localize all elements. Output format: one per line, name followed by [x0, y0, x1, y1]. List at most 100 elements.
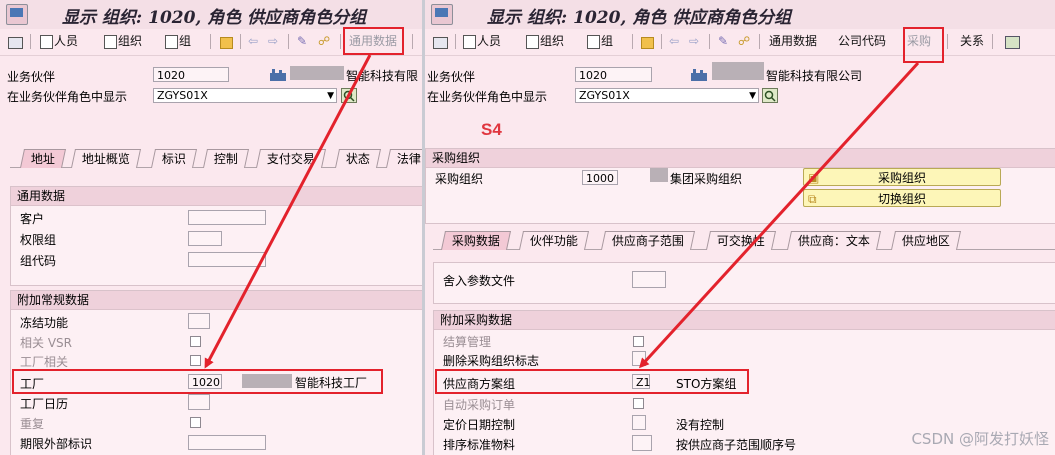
- plant-calendar-label: 工厂日历: [20, 397, 69, 411]
- highlight-purchasing: [903, 27, 944, 63]
- tab-vendor-text[interactable]: 供应商：文本: [786, 231, 882, 250]
- sap-window-icon: [431, 4, 453, 25]
- bp-name: 智能科技有限: [346, 69, 419, 83]
- bp-label: 业务伙伴: [427, 70, 476, 84]
- toolbar-separator: [30, 34, 31, 49]
- purch-org-name: 集团采购组织: [670, 172, 743, 186]
- bp-input[interactable]: 1020: [153, 67, 229, 82]
- sort-material-label: 排序标准物料: [443, 438, 516, 452]
- bp-input[interactable]: 1020: [575, 67, 652, 82]
- role-select[interactable]: ZGYS01X ▼: [153, 88, 337, 103]
- pricing-date-input[interactable]: [632, 415, 646, 430]
- toolbar-person-button[interactable]: 人员: [477, 32, 501, 51]
- toolbar-organization-button[interactable]: 组织: [540, 32, 564, 51]
- settlement-checkbox[interactable]: [633, 336, 644, 347]
- arrow-right-icon[interactable]: ⇨: [689, 32, 699, 51]
- open-folder-icon[interactable]: [641, 37, 654, 49]
- purch-org-label: 采购组织: [435, 172, 484, 186]
- switch-icon: ⧉: [808, 192, 817, 206]
- arrow-left-icon[interactable]: ⇦: [248, 32, 258, 51]
- application-toolbar: 人员 组织 组 ⇦ ⇨ ✎ ☍ 通用数据 公司代码 采购 关系: [425, 29, 1055, 56]
- settlement-label: 结算管理: [443, 335, 492, 349]
- rounding-label: 舍入参数文件: [443, 274, 516, 288]
- tab-supply-region[interactable]: 供应地区: [890, 231, 962, 250]
- toolbar-general-data-button[interactable]: 通用数据: [769, 32, 817, 51]
- organization-icon: [691, 69, 707, 81]
- pricing-date-label: 定价日期控制: [443, 418, 516, 432]
- toolbar-separator: [455, 34, 456, 49]
- arrow-right-icon[interactable]: ⇨: [268, 32, 278, 51]
- block-function-input[interactable]: [188, 313, 210, 329]
- search-icon[interactable]: [341, 88, 357, 103]
- monitor-icon[interactable]: [1005, 36, 1020, 49]
- tab-address-overview[interactable]: 地址概览: [70, 149, 142, 168]
- toolbar-separator: [709, 34, 710, 49]
- group-code-input[interactable]: [188, 252, 266, 267]
- plant-calendar-input[interactable]: [188, 394, 210, 410]
- rounding-input[interactable]: [632, 271, 666, 288]
- toolbar-company-code-button[interactable]: 公司代码: [838, 32, 886, 51]
- overview-icon[interactable]: [433, 37, 448, 49]
- tab-address[interactable]: 地址: [19, 149, 67, 168]
- toolbar-separator: [412, 34, 413, 49]
- auth-group-input[interactable]: [188, 231, 222, 246]
- role-label: 在业务伙伴角色中显示: [427, 90, 548, 104]
- tab-purchasing-data[interactable]: 采购数据: [440, 231, 512, 250]
- display-change-icon[interactable]: ☍: [738, 32, 750, 51]
- toolbar-organization-button[interactable]: 组织: [118, 32, 142, 51]
- toolbar-relationships-button[interactable]: 关系: [960, 32, 984, 51]
- role-select-value: ZGYS01X: [579, 89, 630, 102]
- tab-status[interactable]: 状态: [334, 149, 382, 168]
- overview-icon[interactable]: [8, 37, 23, 49]
- tab-legal[interactable]: 法律: [385, 149, 422, 168]
- purch-org-input[interactable]: 1000: [582, 170, 618, 185]
- document-icon: [463, 35, 476, 49]
- open-folder-icon[interactable]: [220, 37, 233, 49]
- switch-org-button[interactable]: ⧉ 切换组织: [803, 189, 1001, 207]
- s4-annotation: S4: [481, 120, 502, 139]
- auto-po-checkbox[interactable]: [633, 398, 644, 409]
- plant-relevant-checkbox[interactable]: [190, 355, 201, 366]
- search-icon[interactable]: [762, 88, 778, 103]
- toolbar-person-button[interactable]: 人员: [54, 32, 78, 51]
- document-icon: [165, 35, 178, 49]
- duplicate-label: 重复: [20, 417, 45, 431]
- document-icon: [587, 35, 600, 49]
- edit-pen-icon[interactable]: ✎: [718, 32, 728, 51]
- pricing-date-text: 没有控制: [676, 418, 725, 432]
- auto-po-label: 自动采购订单: [443, 398, 516, 412]
- delete-flag-label: 删除采购组织标志: [443, 354, 540, 368]
- toolbar-group-button[interactable]: 组: [179, 32, 191, 51]
- arrow-left-icon[interactable]: ⇦: [669, 32, 679, 51]
- document-icon: [104, 35, 117, 49]
- tab-control[interactable]: 控制: [202, 149, 250, 168]
- group-title: 附加常规数据: [11, 291, 422, 310]
- document-icon: [526, 35, 539, 49]
- toolbar-group-button[interactable]: 组: [601, 32, 613, 51]
- tab-partner-functions[interactable]: 伙伴功能: [518, 231, 590, 250]
- group-code-label: 组代码: [20, 254, 57, 268]
- deadline-label: 期限外部标识: [20, 437, 93, 451]
- delete-flag-input[interactable]: [632, 351, 646, 366]
- tab-vendor-subrange[interactable]: 供应商子范围: [600, 231, 696, 250]
- sort-material-input[interactable]: [632, 435, 652, 451]
- highlight-plant-row: [12, 369, 383, 394]
- toolbar-separator: [288, 34, 289, 49]
- deadline-input[interactable]: [188, 435, 266, 450]
- highlight-general-data: [343, 27, 404, 55]
- edit-pen-icon[interactable]: ✎: [297, 32, 307, 51]
- customer-input[interactable]: [188, 210, 266, 225]
- display-change-icon[interactable]: ☍: [318, 32, 330, 51]
- tab-payment[interactable]: 支付交易: [255, 149, 327, 168]
- title-bar: 显示 组织: 1020, 角色 供应商角色分组: [0, 0, 422, 30]
- tab-exchangeability[interactable]: 可交换性: [705, 231, 777, 250]
- tab-identification[interactable]: 标识: [150, 149, 198, 168]
- duplicate-checkbox[interactable]: [190, 417, 201, 428]
- toolbar-separator: [992, 34, 993, 49]
- window-title: 显示 组织: 1020, 角色 供应商角色分组: [487, 8, 792, 28]
- redacted-text: [650, 168, 668, 182]
- vsr-checkbox[interactable]: [190, 336, 201, 347]
- role-label: 在业务伙伴角色中显示: [7, 90, 128, 104]
- purchasing-org-button[interactable]: ▣ 采购组织: [803, 168, 1001, 186]
- role-select[interactable]: ZGYS01X ▼: [575, 88, 759, 103]
